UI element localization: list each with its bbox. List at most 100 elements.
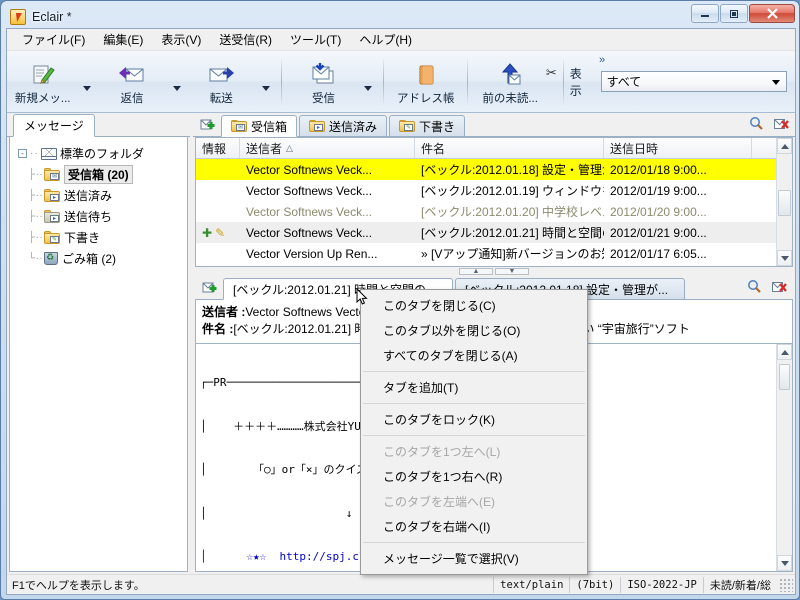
scroll-up-button[interactable]	[777, 344, 792, 360]
status-mime: text/plain	[493, 576, 569, 593]
col-date[interactable]: 送信日時	[604, 138, 752, 158]
maximize-button[interactable]	[720, 4, 748, 23]
ctx-close-all-tabs[interactable]: すべてのタブを閉じる(A)	[361, 343, 587, 368]
prev-unread-icon	[497, 62, 523, 88]
reply-button[interactable]: 返信	[96, 51, 167, 112]
pencil-icon: ✎	[215, 225, 226, 240]
row-sender: Vector Softnews Veck...	[246, 225, 373, 240]
forward-dropdown[interactable]	[257, 51, 275, 112]
ctx-close-tab[interactable]: このタブを閉じる(C)	[361, 293, 587, 318]
row-sender: Vector Softnews Veck...	[246, 162, 373, 177]
sidebar-item-sent[interactable]: ├·· ▸ 送信済み	[14, 185, 183, 206]
toolbar-separator-1	[280, 57, 282, 106]
scrollbar-thumb[interactable]	[778, 190, 791, 216]
toolbar-separator-4	[562, 57, 564, 106]
close-tab-icon[interactable]	[774, 117, 789, 134]
table-row[interactable]: ✚ ✎ Vector Softnews Veck... [ベックル:2012.0…	[196, 222, 792, 243]
menu-help[interactable]: ヘルプ(H)	[350, 28, 421, 51]
sidebar-item-drafts[interactable]: ├·· ✎ 下書き	[14, 227, 183, 248]
search-icon[interactable]	[747, 279, 762, 297]
new-message-button[interactable]: 新規メッ...	[7, 51, 78, 112]
resize-grip[interactable]	[779, 577, 793, 592]
sidebar-item-outbox-label: 送信待ち	[64, 210, 113, 224]
menu-file[interactable]: ファイル(F)	[13, 28, 94, 51]
scissors-icon[interactable]: ✂	[546, 51, 557, 112]
tab-inbox[interactable]: ✉ 受信箱	[221, 115, 298, 137]
addressbook-button[interactable]: アドレス帳	[390, 51, 461, 112]
col-subject[interactable]: 件名	[415, 138, 604, 158]
tab-messages-label: メッセージ	[24, 119, 84, 133]
col-info[interactable]: 情報	[196, 138, 240, 158]
tab-context-menu[interactable]: このタブを閉じる(C) このタブ以外を閉じる(O) すべてのタブを閉じる(A) …	[360, 289, 588, 575]
ctx-move-rightmost[interactable]: このタブを右端へ(I)	[361, 514, 587, 539]
sent-folder-icon: ▸	[44, 189, 60, 202]
tab-drafts[interactable]: ✎ 下書き	[389, 115, 466, 137]
sidebar-item-outbox[interactable]: ├·· ▸ 送信待ち	[14, 206, 183, 227]
ctx-lock-tab[interactable]: このタブをロック(K)	[361, 407, 587, 432]
status-charset: ISO-2022-JP	[620, 576, 703, 593]
folder-tree-root[interactable]: - ·· 標準のフォルダ	[14, 143, 183, 164]
new-tab-icon[interactable]	[199, 277, 221, 299]
toolbar-separator-2	[383, 57, 385, 106]
chevron-down-icon	[780, 560, 789, 566]
preview-scrollbar[interactable]	[776, 344, 792, 571]
table-row[interactable]: Vector Softnews Veck... [ベックル:2012.01.19…	[196, 180, 792, 201]
ctx-move-right[interactable]: このタブを1つ右へ(R)	[361, 464, 587, 489]
tab-sent[interactable]: ▸ 送信済み	[299, 115, 388, 137]
attachment-plus-icon: ✚	[202, 225, 213, 240]
scrollbar-thumb[interactable]	[779, 364, 790, 390]
window-title: Eclair *	[32, 10, 72, 24]
prev-unread-button[interactable]: 前の未読...	[474, 51, 545, 112]
draft-folder-icon: ✎	[399, 120, 416, 132]
receive-dropdown[interactable]	[359, 51, 377, 112]
toolbar: 新規メッ... 返信 転送 受信 アドレス帳 前の未読... ✂ » 表示 すべ…	[7, 51, 795, 113]
toolbar-overflow-button[interactable]: »	[599, 54, 605, 66]
folder-tree[interactable]: - ·· 標準のフォルダ ├·· ✉ 受信箱 (20) ├·· ▸ 送信済み ├…	[9, 137, 188, 572]
new-tab-icon[interactable]	[197, 114, 219, 136]
splitter-up-grip[interactable]: ▲	[459, 268, 493, 275]
title-bar: Eclair *	[5, 4, 795, 29]
col-date-label: 送信日時	[610, 141, 659, 156]
close-button[interactable]	[749, 4, 795, 23]
receive-button[interactable]: 受信	[288, 51, 359, 112]
table-row[interactable]: Vector Softnews Veck... [ベックル:2012.01.20…	[196, 201, 792, 222]
ctx-close-other-tabs[interactable]: このタブ以外を閉じる(O)	[361, 318, 587, 343]
row-date: 2012/01/17 6:05...	[610, 246, 707, 261]
scroll-down-button[interactable]	[777, 250, 792, 266]
close-tab-icon[interactable]	[772, 280, 787, 297]
ctx-select-in-list[interactable]: メッセージ一覧で選択(V)	[361, 546, 587, 571]
table-row[interactable]: Vector Version Up Ren... » [Vアップ通知]新バージョ…	[196, 243, 792, 264]
message-list-scrollbar[interactable]	[776, 138, 792, 266]
search-icon[interactable]	[749, 116, 764, 134]
addressbook-icon	[414, 62, 438, 88]
splitter-down-grip[interactable]: ▼	[495, 268, 529, 275]
scroll-down-button[interactable]	[777, 555, 792, 571]
new-message-dropdown[interactable]	[78, 51, 96, 112]
message-list[interactable]: 情報 送信者 △ 件名 送信日時 Vector Softnews Veck...…	[195, 137, 793, 267]
forward-button[interactable]: 転送	[186, 51, 257, 112]
tab-sent-label: 送信済み	[329, 119, 378, 134]
chevron-down-icon	[172, 86, 181, 91]
expander-icon[interactable]: -	[18, 149, 27, 158]
menu-view[interactable]: 表示(V)	[152, 28, 210, 51]
menu-edit[interactable]: 編集(E)	[94, 28, 152, 51]
filter-select[interactable]: すべて	[600, 71, 787, 92]
reply-dropdown[interactable]	[168, 51, 186, 112]
col-sender[interactable]: 送信者 △	[240, 138, 415, 158]
horizontal-splitter[interactable]: ▲ ▼	[193, 267, 795, 276]
row-sender: Vector Version Up Ren...	[246, 246, 378, 261]
sidebar-item-inbox[interactable]: ├·· ✉ 受信箱 (20)	[14, 164, 183, 185]
row-subject: » [Vアップ通知]新バージョンのお知らせ	[421, 247, 604, 261]
toolbar-separator-3	[467, 57, 469, 106]
tab-messages[interactable]: メッセージ	[13, 114, 95, 137]
menu-tools[interactable]: ツール(T)	[281, 28, 350, 51]
ctx-add-tab[interactable]: タブを追加(T)	[361, 375, 587, 400]
tree-guide: ├··	[28, 211, 44, 222]
inbox-folder-icon: ✉	[44, 168, 60, 181]
scroll-up-button[interactable]	[777, 138, 792, 154]
menu-sendreceive[interactable]: 送受信(R)	[210, 28, 281, 51]
table-row[interactable]: Vector Softnews Veck... [ベックル:2012.01.18…	[196, 159, 792, 180]
sidebar-item-trash[interactable]: └·· ごみ箱 (2)	[14, 248, 183, 269]
minimize-button[interactable]	[691, 4, 719, 23]
filter-select-value: すべて	[606, 75, 642, 89]
